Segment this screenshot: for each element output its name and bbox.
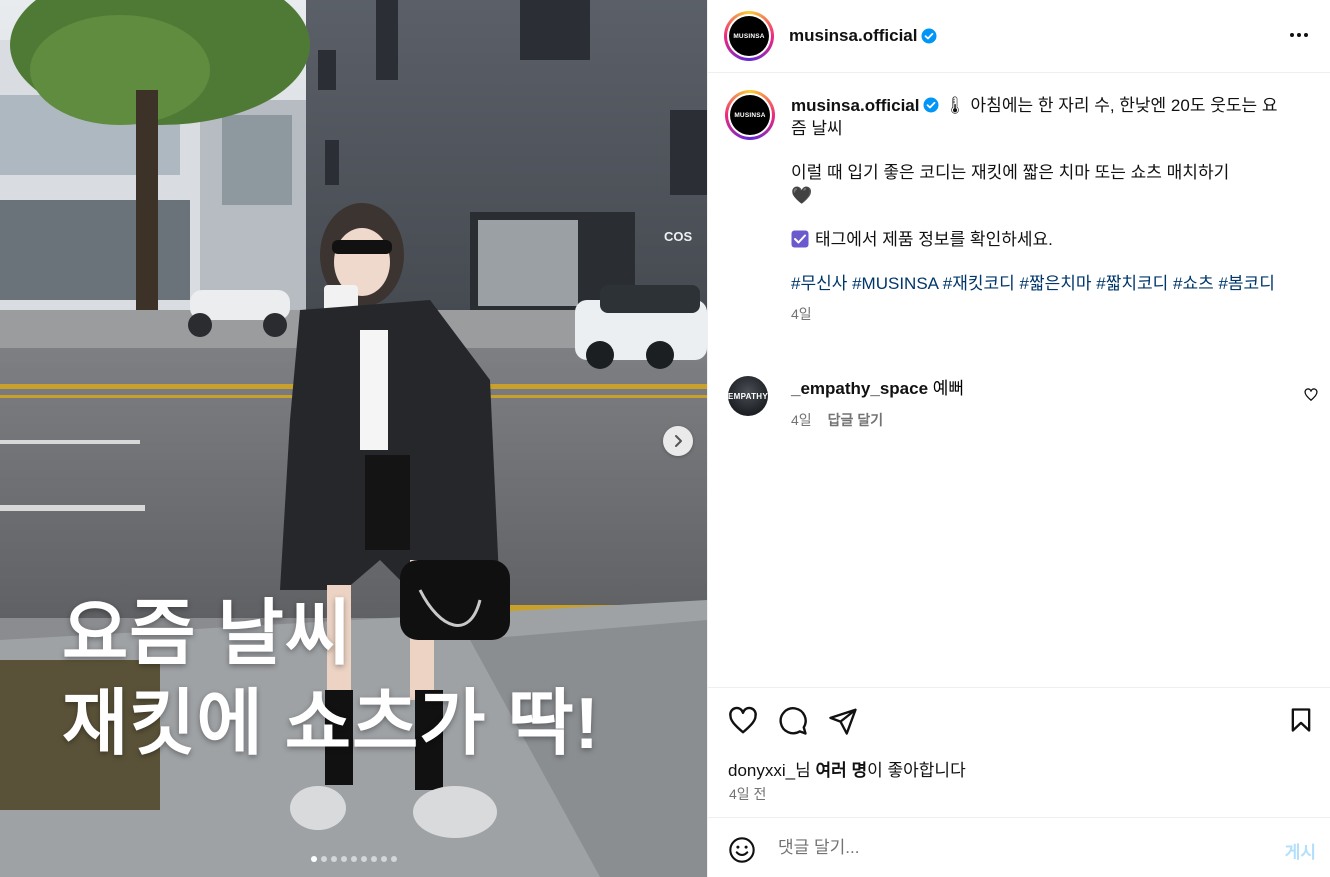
save-button[interactable]	[1287, 706, 1315, 739]
avatar-ring: MUSINSA	[727, 14, 771, 58]
post-side-panel: MUSINSA musinsa.official MUSINSA musinsa…	[707, 0, 1330, 877]
comment-body: _empathy_space 예뻐	[791, 378, 964, 400]
caption-text: musinsa.official 🌡 아침에는 한 자리 수, 한낮엔 20도 …	[791, 94, 1291, 326]
commenter-username[interactable]: _empathy_space	[791, 379, 928, 398]
overlay-headline-line2: 재킷에 쇼츠가 딱!	[62, 684, 600, 764]
caption-line-2: 이럴 때 입기 좋은 코디는 재킷에 짧은 치마 또는 쇼츠 매치하기	[791, 163, 1230, 182]
heart-outline-icon	[729, 706, 757, 734]
overlay-headline-line1: 요즘 날씨	[62, 594, 352, 674]
likes-suffix-1: 님	[795, 761, 816, 780]
author-avatar[interactable]: MUSINSA	[724, 11, 774, 61]
action-bar	[728, 706, 858, 741]
author-username[interactable]: musinsa.official	[789, 26, 917, 46]
post-actions-section: donyxxi_님 여러 명이 좋아합니다 4일 전	[708, 687, 1330, 802]
avatar-logo: MUSINSA	[730, 95, 770, 135]
post-date[interactable]: 4일 전	[729, 784, 766, 804]
comment-timestamp[interactable]: 4일	[791, 410, 812, 430]
speech-bubble-icon	[779, 707, 807, 735]
comment-meta: 4일 답글 달기	[791, 410, 883, 430]
verified-badge-icon	[923, 97, 939, 113]
thermometer-icon: 🌡	[944, 96, 966, 115]
carousel-dot	[370, 856, 377, 862]
black-heart-icon: 🖤	[791, 186, 813, 205]
carousel-dot	[310, 856, 317, 862]
comment-like-button[interactable]	[1304, 388, 1318, 407]
add-comment-bar: 게시	[708, 817, 1330, 877]
carousel-dots	[0, 856, 707, 862]
likes-summary: donyxxi_님 여러 명이 좋아합니다	[728, 756, 966, 781]
carousel-dot	[390, 856, 397, 862]
likes-others-link[interactable]: 여러 명	[815, 761, 867, 780]
heart-outline-icon	[1304, 388, 1318, 401]
more-horizontal-icon	[1290, 33, 1308, 37]
caption-hashtags[interactable]: #무신사 #MUSINSA #재킷코디 #짧은치마 #짧치코디 #쇼츠 #봄코디	[791, 274, 1275, 293]
caption-author-avatar[interactable]: MUSINSA	[725, 90, 775, 140]
avatar-logo: MUSINSA	[729, 16, 769, 56]
carousel-next-button[interactable]	[663, 426, 693, 456]
chevron-right-icon	[675, 435, 682, 447]
carousel-dot	[350, 856, 357, 862]
commenter-avatar[interactable]: EMPATHY	[728, 376, 768, 416]
store-sign: COS	[664, 229, 693, 244]
carousel-dot	[320, 856, 327, 862]
carousel-dot	[340, 856, 347, 862]
reply-button[interactable]: 답글 달기	[828, 410, 883, 430]
like-button[interactable]	[728, 706, 758, 741]
carousel-dot	[330, 856, 337, 862]
verified-badge-icon	[921, 28, 937, 44]
caption-username[interactable]: musinsa.official	[791, 96, 919, 115]
likes-first-user[interactable]: donyxxi_	[728, 761, 795, 780]
carousel-dot	[360, 856, 367, 862]
likes-suffix-2: 이 좋아합니다	[867, 761, 966, 780]
share-button[interactable]	[828, 706, 858, 741]
post-header: MUSINSA musinsa.official	[708, 0, 1330, 73]
post-comment-button[interactable]: 게시	[1285, 838, 1316, 863]
instagram-post-modal: COS 요즘 날씨 재킷에 쇼츠가 딱! MUSINSA musinsa.off…	[0, 0, 1330, 877]
avatar-ring: MUSINSA	[728, 93, 772, 137]
comment-button[interactable]	[778, 706, 808, 741]
comment-input[interactable]	[778, 835, 1238, 861]
caption-line-3: 태그에서 제품 정보를 확인하세요.	[815, 230, 1053, 249]
smiley-icon	[729, 837, 755, 863]
emoji-picker-button[interactable]	[728, 836, 756, 869]
paper-plane-icon	[829, 708, 857, 735]
post-image[interactable]: COS 요즘 날씨 재킷에 쇼츠가 딱!	[0, 0, 707, 877]
caption-timestamp[interactable]: 4일	[791, 303, 1291, 326]
carousel-dot	[380, 856, 387, 862]
commenter-avatar-text: EMPATHY	[727, 391, 769, 401]
bookmark-icon	[1291, 708, 1311, 732]
more-options-button[interactable]	[1288, 24, 1310, 51]
checkbox-icon	[791, 230, 809, 248]
comment-text: 예뻐	[932, 379, 965, 398]
